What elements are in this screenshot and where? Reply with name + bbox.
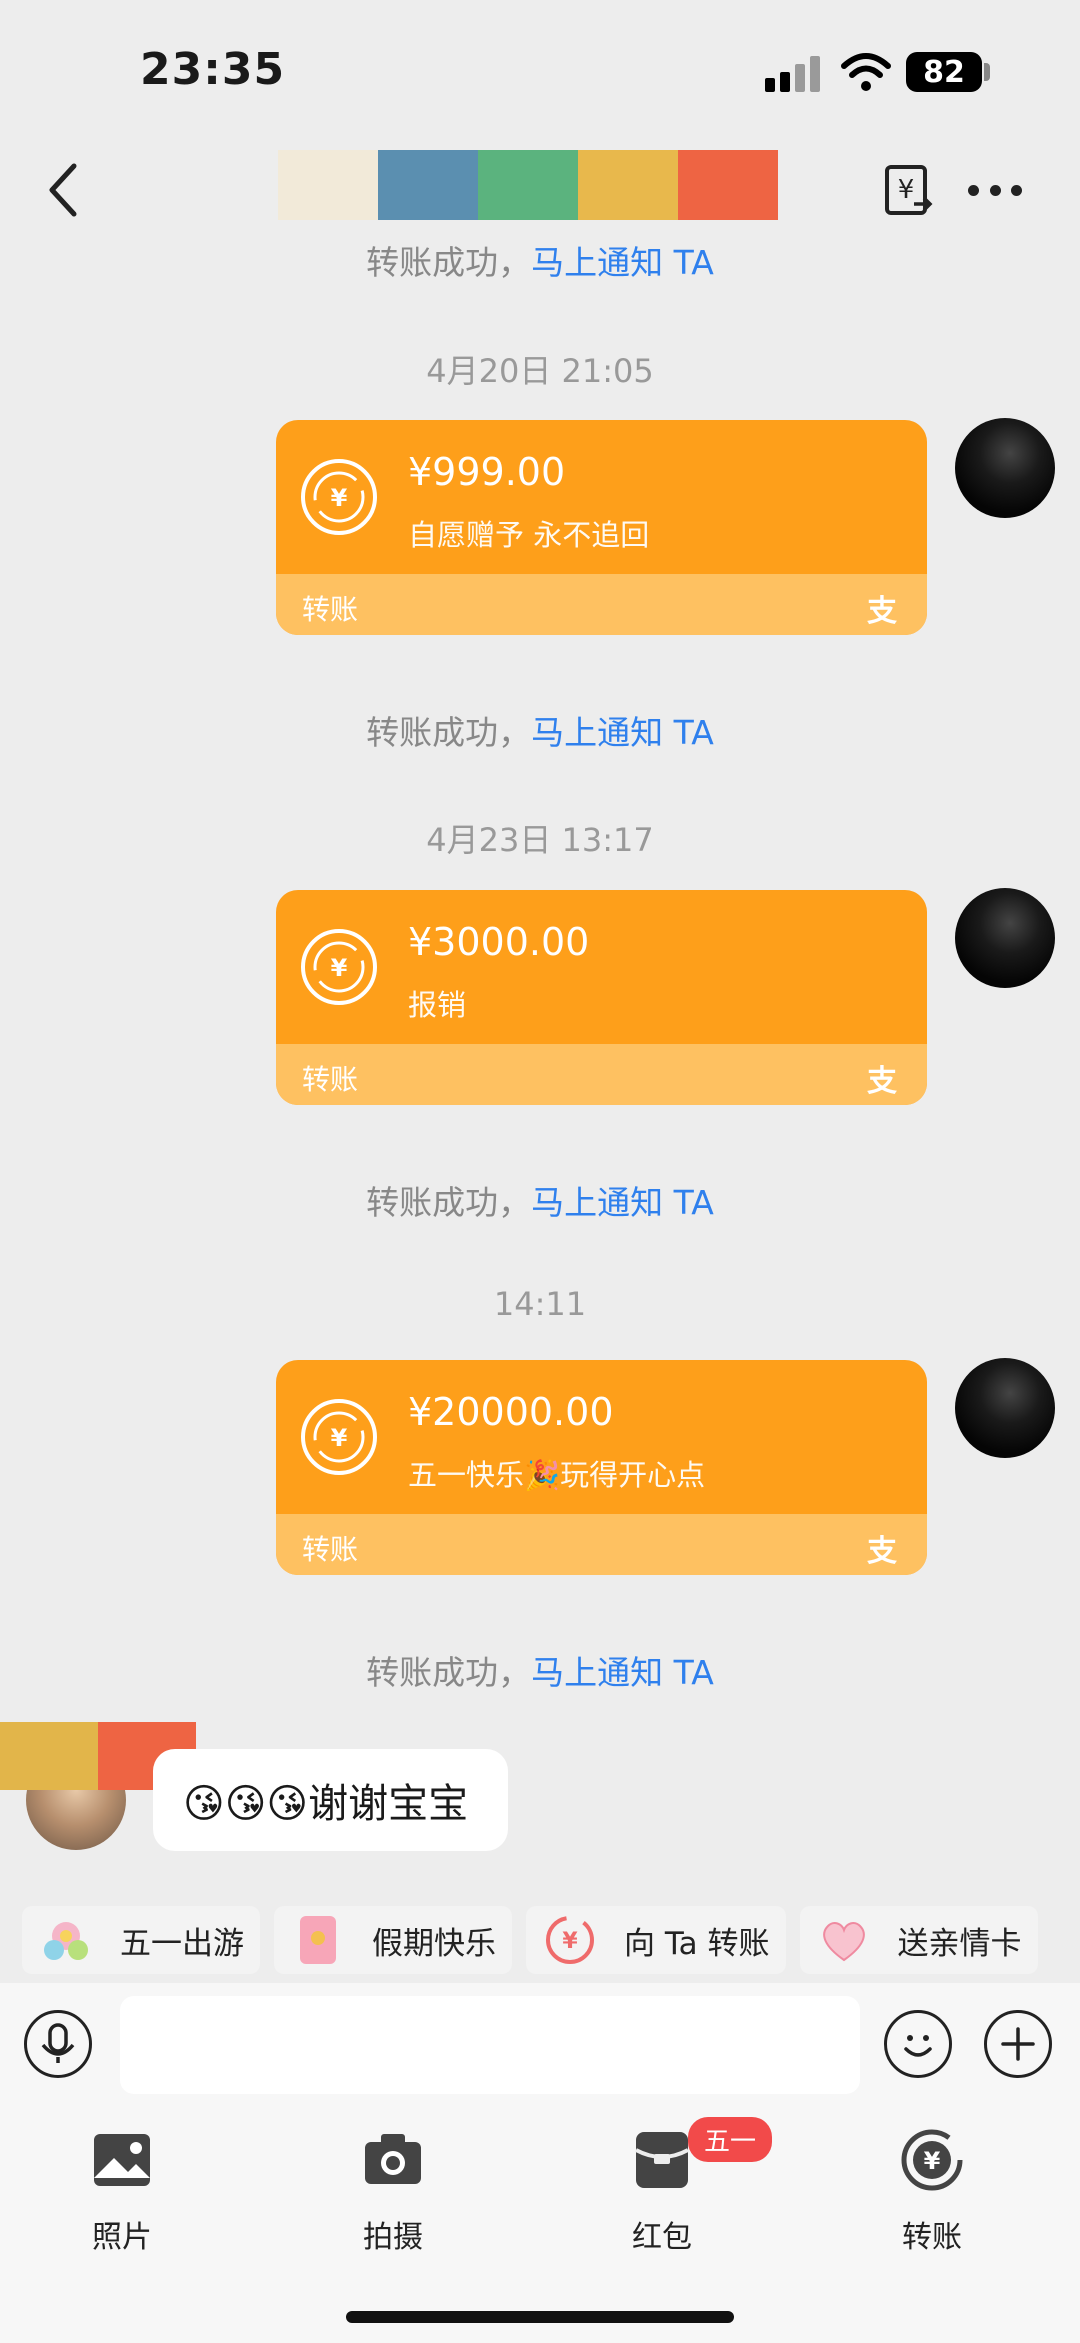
transfer-yuan-icon: ¥ (301, 929, 377, 1005)
transfer-amount: ¥3000.00 (408, 920, 590, 964)
alipay-icon: 支 (867, 594, 897, 629)
timestamp: 4月23日 13:17 (426, 821, 654, 859)
quick-action-holiday[interactable]: 假期快乐 (274, 1906, 512, 1974)
my-avatar[interactable] (955, 1358, 1055, 1458)
transfer-note: 五一快乐🎉玩得开心点 (408, 1458, 706, 1492)
notify-link[interactable]: 马上通知 TA (531, 243, 714, 282)
quick-action-transfer[interactable]: ¥ 向 Ta 转账 (526, 1906, 786, 1974)
my-avatar[interactable] (955, 418, 1055, 518)
notify-link[interactable]: 马上通知 TA (531, 1183, 714, 1222)
transfer-amount: ¥999.00 (408, 450, 566, 494)
timestamp: 14:11 (493, 1285, 587, 1323)
notify-link[interactable]: 马上通知 TA (531, 1653, 714, 1692)
red-packet-icon (635, 2132, 689, 2188)
voice-input-button[interactable] (24, 2010, 92, 2078)
system-message: 转账成功，马上通知 TA (366, 1183, 714, 1222)
home-indicator (346, 2311, 734, 2323)
bottom-item-label: 拍摄 (363, 2220, 423, 2255)
alipay-icon: 支 (867, 1064, 897, 1099)
photo-icon (94, 2134, 150, 2186)
status-time: 23:35 (140, 44, 286, 95)
svg-text:¥: ¥ (562, 1929, 578, 1954)
battery-tip (984, 63, 990, 81)
incoming-message-bubble[interactable]: 😘😘😘谢谢宝宝 (153, 1749, 509, 1851)
alipay-icon: 支 (867, 1534, 897, 1569)
bottom-item-label: 转账 (902, 2220, 962, 2255)
bottom-item-camera[interactable]: 拍摄 (333, 2128, 453, 2256)
travel-icon (36, 1910, 96, 1970)
svg-text:¥: ¥ (331, 1424, 348, 1452)
battery-indicator: 82 (906, 52, 982, 92)
timestamp: 4月20日 21:05 (426, 352, 654, 390)
transfer-card[interactable]: ¥ ¥3000.00 报销 转账 支 (276, 890, 927, 1105)
yuan-transfer-icon: ¥ (540, 1910, 600, 1970)
yuan-exchange-icon[interactable]: ¥ (884, 164, 934, 220)
transfer-label: 转账 (302, 593, 359, 626)
svg-text:¥: ¥ (331, 484, 348, 512)
wifi-icon (841, 53, 891, 91)
transfer-label: 转账 (302, 1533, 359, 1566)
heart-card-icon (814, 1910, 874, 1970)
system-message: 转账成功，马上通知 TA (366, 243, 714, 282)
svg-text:¥: ¥ (898, 175, 915, 205)
transfer-amount: ¥20000.00 (408, 1390, 614, 1434)
bottom-item-photos[interactable]: 照片 (62, 2128, 182, 2256)
plus-icon (1001, 2027, 1035, 2061)
microphone-icon (41, 2023, 75, 2063)
transfer-card[interactable]: ¥ ¥999.00 自愿赠予 永不追回 转账 支 (276, 420, 927, 635)
transfer-icon: ¥ (901, 2129, 963, 2191)
back-arrow-icon[interactable] (44, 160, 84, 220)
camera-icon (365, 2134, 421, 2184)
transfer-note: 自愿赠予 永不追回 (408, 518, 650, 552)
bottom-item-transfer[interactable]: ¥ 转账 (872, 2128, 992, 2256)
cellular-signal-icon (765, 56, 825, 92)
system-message: 转账成功，马上通知 TA (366, 713, 714, 752)
more-functions-button[interactable] (984, 2010, 1052, 2078)
smiley-icon (904, 2035, 932, 2057)
message-input[interactable] (120, 1996, 860, 2094)
transfer-card[interactable]: ¥ ¥20000.00 五一快乐🎉玩得开心点 转账 支 (276, 1360, 927, 1575)
emoji-button[interactable] (884, 2010, 952, 2078)
bottom-item-label: 照片 (92, 2220, 152, 2255)
holiday-badge: 五一 (688, 2117, 773, 2162)
quick-action-label: 五一出游 (120, 1925, 244, 1962)
my-avatar[interactable] (955, 888, 1055, 988)
bottom-item-label: 红包 (632, 2220, 692, 2255)
quick-action-label: 假期快乐 (372, 1925, 496, 1962)
quick-action-label: 向 Ta 转账 (624, 1925, 770, 1962)
transfer-label: 转账 (302, 1063, 359, 1096)
svg-text:¥: ¥ (331, 954, 348, 982)
quick-action-family-card[interactable]: 送亲情卡 (799, 1906, 1038, 1974)
red-envelope-icon (288, 1910, 348, 1970)
contact-name-mosaic (278, 150, 778, 220)
quick-actions-row: 五一出游 假期快乐 ¥ 向 Ta 转账 送亲情卡 (22, 1906, 1038, 1974)
system-message: 转账成功，马上通知 TA (366, 1653, 714, 1692)
quick-action-label: 送亲情卡 (897, 1925, 1022, 1962)
quick-action-travel[interactable]: 五一出游 (22, 1906, 260, 1974)
transfer-yuan-icon: ¥ (301, 1399, 377, 1475)
more-options-icon[interactable] (968, 178, 1022, 202)
notify-link[interactable]: 马上通知 TA (531, 713, 714, 752)
transfer-yuan-icon: ¥ (301, 459, 377, 535)
svg-text:¥: ¥ (924, 2147, 941, 2175)
transfer-note: 报销 (408, 988, 467, 1022)
